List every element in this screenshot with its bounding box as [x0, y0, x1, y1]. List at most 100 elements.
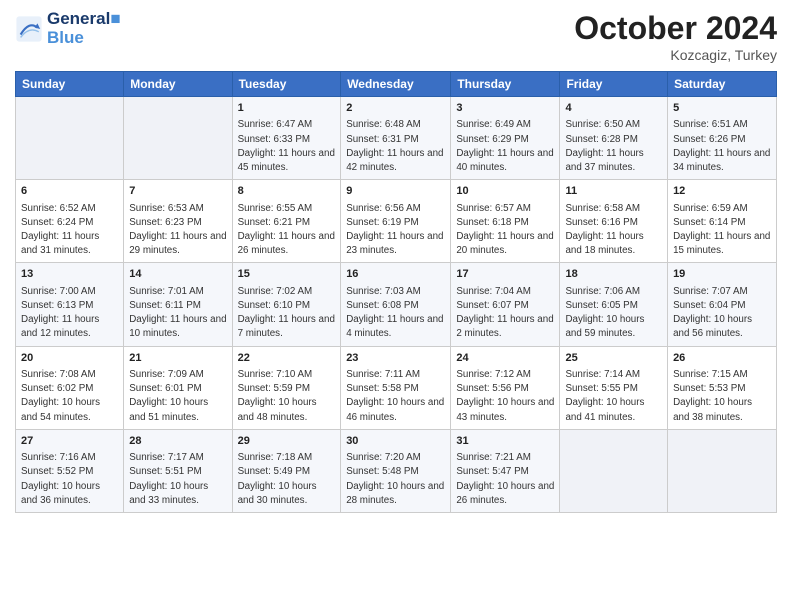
- day-number: 12: [673, 184, 771, 199]
- day-number: 30: [346, 434, 445, 449]
- calendar-cell: 1 Sunrise: 6:47 AMSunset: 6:33 PMDaylight…: [232, 97, 341, 180]
- calendar-cell: 10Sunrise: 6:57 AMSunset: 6:18 PMDayligh…: [451, 180, 560, 263]
- calendar-cell: 12 Sunrise: 6:59 AMSunset: 6:14 PMDayligh…: [668, 180, 777, 263]
- location-subtitle: Kozcagiz, Turkey: [574, 47, 777, 63]
- cell-content: Sunrise: 6:48 AMSunset: 6:31 PMDaylight:…: [346, 118, 445, 175]
- col-thursday: Thursday: [451, 72, 560, 97]
- cell-content: Sunrise: 6:49 AMSunset: 6:29 PMDaylight:…: [456, 118, 554, 175]
- cell-content: Sunrise: 7:01 AMSunset: 6:11 PMDaylight:…: [129, 285, 226, 342]
- cell-content: Sunrise: 6:56 AMSunset: 6:19 PMDaylight:…: [346, 202, 445, 259]
- calendar-cell: 17 Sunrise: 7:04 AMSunset: 6:07 PMDayligh…: [451, 263, 560, 346]
- logo: General■ Blue: [15, 10, 121, 47]
- calendar-row-2: 13 Sunrise: 7:00 AMSunset: 6:13 PMDayligh…: [16, 263, 777, 346]
- day-number: 6: [21, 184, 118, 199]
- cell-content: Sunrise: 7:21 AMSunset: 5:47 PMDaylight:…: [456, 451, 554, 508]
- calendar-row-4: 27 Sunrise: 7:16 AMSunset: 5:52 PMDayligh…: [16, 429, 777, 512]
- day-number: 28: [129, 434, 226, 449]
- calendar-cell: 30 Sunrise: 7:20 AMSunset: 5:48 PMDayligh…: [341, 429, 451, 512]
- calendar-cell: 27 Sunrise: 7:16 AMSunset: 5:52 PMDayligh…: [16, 429, 124, 512]
- day-number: 15: [238, 267, 336, 282]
- cell-content: Sunrise: 6:53 AMSunset: 6:23 PMDaylight:…: [129, 202, 226, 259]
- day-number: 26: [673, 351, 771, 366]
- calendar-cell: 22 Sunrise: 7:10 AMSunset: 5:59 PMDayligh…: [232, 346, 341, 429]
- cell-content: Sunrise: 7:00 AMSunset: 6:13 PMDaylight:…: [21, 285, 118, 342]
- cell-content: Sunrise: 7:04 AMSunset: 6:07 PMDaylight:…: [456, 285, 554, 342]
- col-friday: Friday: [560, 72, 668, 97]
- logo-icon: [15, 15, 43, 43]
- calendar-cell: 16 Sunrise: 7:03 AMSunset: 6:08 PMDayligh…: [341, 263, 451, 346]
- cell-content: Sunrise: 7:09 AMSunset: 6:01 PMDaylight:…: [129, 368, 226, 425]
- cell-content: Sunrise: 7:11 AMSunset: 5:58 PMDaylight:…: [346, 368, 445, 425]
- day-number: 14: [129, 267, 226, 282]
- cell-content: Sunrise: 7:10 AMSunset: 5:59 PMDaylight:…: [238, 368, 336, 425]
- day-number: 8: [238, 184, 336, 199]
- day-number: 23: [346, 351, 445, 366]
- calendar-cell: [560, 429, 668, 512]
- calendar-cell: 25Sunrise: 7:14 AMSunset: 5:55 PMDayligh…: [560, 346, 668, 429]
- calendar-cell: 26 Sunrise: 7:15 AMSunset: 5:53 PMDayligh…: [668, 346, 777, 429]
- calendar-cell: 7 Sunrise: 6:53 AMSunset: 6:23 PMDaylight…: [124, 180, 232, 263]
- cell-content: Sunrise: 7:18 AMSunset: 5:49 PMDaylight:…: [238, 451, 336, 508]
- day-number: 24: [456, 351, 554, 366]
- calendar-cell: 14 Sunrise: 7:01 AMSunset: 6:11 PMDayligh…: [124, 263, 232, 346]
- cell-content: Sunrise: 7:16 AMSunset: 5:52 PMDaylight:…: [21, 451, 118, 508]
- day-number: 27: [21, 434, 118, 449]
- calendar-row-1: 6 Sunrise: 6:52 AMSunset: 6:24 PMDaylight…: [16, 180, 777, 263]
- month-title: October 2024: [574, 10, 777, 47]
- day-number: 16: [346, 267, 445, 282]
- day-number: 22: [238, 351, 336, 366]
- calendar-cell: 28 Sunrise: 7:17 AMSunset: 5:51 PMDayligh…: [124, 429, 232, 512]
- calendar-cell: 8 Sunrise: 6:55 AMSunset: 6:21 PMDaylight…: [232, 180, 341, 263]
- cell-content: Sunrise: 6:51 AMSunset: 6:26 PMDaylight:…: [673, 118, 771, 175]
- day-number: 9: [346, 184, 445, 199]
- calendar-row-3: 20 Sunrise: 7:08 AMSunset: 6:02 PMDayligh…: [16, 346, 777, 429]
- day-number: 18: [565, 267, 662, 282]
- col-saturday: Saturday: [668, 72, 777, 97]
- calendar-cell: 5Sunrise: 6:51 AMSunset: 6:26 PMDaylight…: [668, 97, 777, 180]
- calendar-cell: 2 Sunrise: 6:48 AMSunset: 6:31 PMDaylight…: [341, 97, 451, 180]
- day-number: 21: [129, 351, 226, 366]
- day-number: 20: [21, 351, 118, 366]
- cell-content: Sunrise: 6:55 AMSunset: 6:21 PMDaylight:…: [238, 202, 336, 259]
- calendar-cell: 9 Sunrise: 6:56 AMSunset: 6:19 PMDaylight…: [341, 180, 451, 263]
- col-sunday: Sunday: [16, 72, 124, 97]
- cell-content: Sunrise: 6:52 AMSunset: 6:24 PMDaylight:…: [21, 202, 118, 259]
- col-tuesday: Tuesday: [232, 72, 341, 97]
- cell-content: Sunrise: 7:08 AMSunset: 6:02 PMDaylight:…: [21, 368, 118, 425]
- day-number: 13: [21, 267, 118, 282]
- cell-content: Sunrise: 6:58 AMSunset: 6:16 PMDaylight:…: [565, 202, 662, 259]
- calendar-cell: 15 Sunrise: 7:02 AMSunset: 6:10 PMDayligh…: [232, 263, 341, 346]
- calendar-cell: 21 Sunrise: 7:09 AMSunset: 6:01 PMDayligh…: [124, 346, 232, 429]
- day-number: 7: [129, 184, 226, 199]
- logo-text: General■ Blue: [47, 10, 121, 47]
- cell-content: Sunrise: 7:07 AMSunset: 6:04 PMDaylight:…: [673, 285, 771, 342]
- cell-content: Sunrise: 7:20 AMSunset: 5:48 PMDaylight:…: [346, 451, 445, 508]
- page-container: General■ Blue October 2024 Kozcagiz, Tur…: [0, 0, 792, 612]
- day-number: 17: [456, 267, 554, 282]
- calendar-cell: 24 Sunrise: 7:12 AMSunset: 5:56 PMDayligh…: [451, 346, 560, 429]
- day-number: 1: [238, 101, 336, 116]
- cell-content: Sunrise: 7:03 AMSunset: 6:08 PMDaylight:…: [346, 285, 445, 342]
- calendar-cell: [124, 97, 232, 180]
- day-number: 2: [346, 101, 445, 116]
- cell-content: Sunrise: 6:47 AMSunset: 6:33 PMDaylight:…: [238, 118, 336, 175]
- calendar-cell: 6 Sunrise: 6:52 AMSunset: 6:24 PMDaylight…: [16, 180, 124, 263]
- cell-content: Sunrise: 7:14 AMSunset: 5:55 PMDaylight:…: [565, 368, 662, 425]
- cell-content: Sunrise: 7:17 AMSunset: 5:51 PMDaylight:…: [129, 451, 226, 508]
- calendar-cell: 18Sunrise: 7:06 AMSunset: 6:05 PMDayligh…: [560, 263, 668, 346]
- calendar-cell: [16, 97, 124, 180]
- calendar-cell: 31 Sunrise: 7:21 AMSunset: 5:47 PMDayligh…: [451, 429, 560, 512]
- col-monday: Monday: [124, 72, 232, 97]
- cell-content: Sunrise: 7:15 AMSunset: 5:53 PMDaylight:…: [673, 368, 771, 425]
- calendar-cell: 11Sunrise: 6:58 AMSunset: 6:16 PMDayligh…: [560, 180, 668, 263]
- calendar-cell: 20 Sunrise: 7:08 AMSunset: 6:02 PMDayligh…: [16, 346, 124, 429]
- calendar-cell: 29 Sunrise: 7:18 AMSunset: 5:49 PMDayligh…: [232, 429, 341, 512]
- cell-content: Sunrise: 6:57 AMSunset: 6:18 PMDaylight:…: [456, 202, 554, 259]
- calendar-cell: [668, 429, 777, 512]
- day-number: 3: [456, 101, 554, 116]
- cell-content: Sunrise: 6:59 AMSunset: 6:14 PMDaylight:…: [673, 202, 771, 259]
- cell-content: Sunrise: 7:02 AMSunset: 6:10 PMDaylight:…: [238, 285, 336, 342]
- day-number: 29: [238, 434, 336, 449]
- cell-content: Sunrise: 7:12 AMSunset: 5:56 PMDaylight:…: [456, 368, 554, 425]
- day-number: 31: [456, 434, 554, 449]
